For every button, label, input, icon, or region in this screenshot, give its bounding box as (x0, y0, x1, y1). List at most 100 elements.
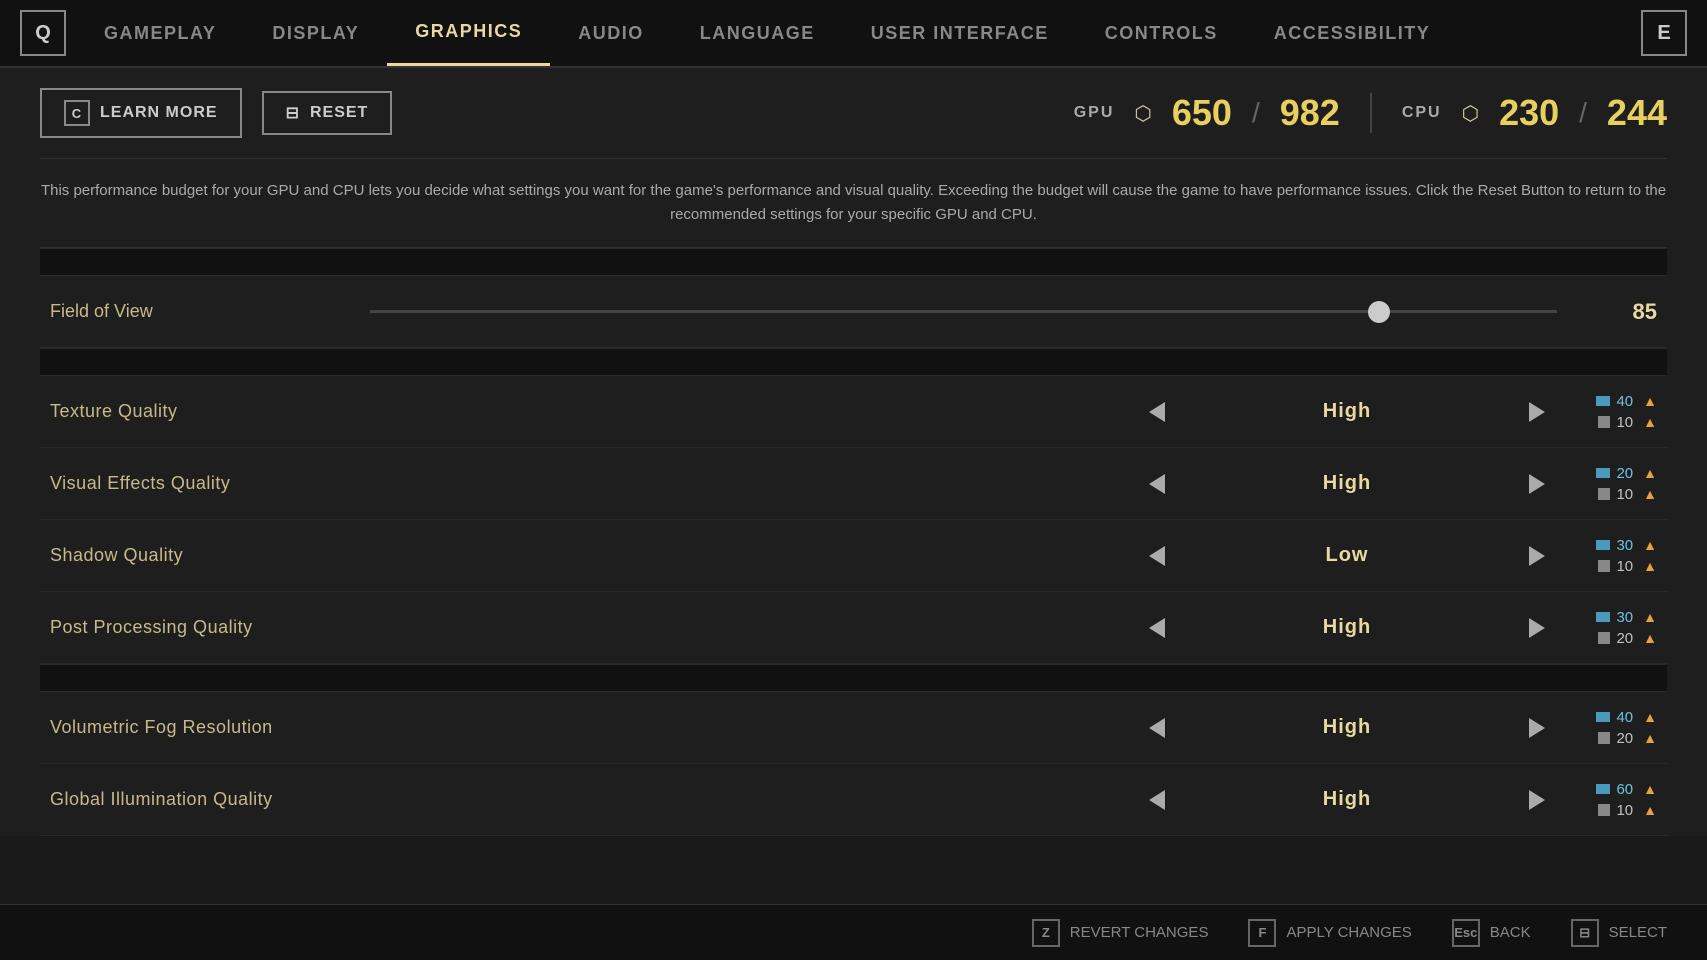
controls-row: C LEARN MORE ⊟ RESET GPU ⬡ 650 / 982 CPU… (40, 68, 1667, 159)
fov-slider-fill (370, 310, 1379, 313)
volumetric-fog-next-button[interactable] (1517, 708, 1557, 748)
ve-cpu-cost-row: 10 ▲ (1598, 486, 1657, 503)
gpu-cost-arrow: ▲ (1643, 781, 1657, 797)
section-divider-top (40, 248, 1667, 276)
apply-changes-action[interactable]: F APPLY CHANGES (1248, 919, 1411, 947)
ve-gpu-cost-row: 20 ▲ (1596, 465, 1657, 482)
volumetric-fog-prev-button[interactable] (1137, 708, 1177, 748)
texture-cpu-cost-row: 10 ▲ (1598, 414, 1657, 431)
pp-cpu-cost-row: 20 ▲ (1598, 630, 1657, 647)
fov-slider-track[interactable] (370, 310, 1557, 313)
settings-container: Field of View 85 Texture Quality High (40, 248, 1667, 836)
pp-cpu-cost: 20 (1616, 630, 1633, 647)
table-row: Volumetric Fog Resolution High 40 ▲ (40, 692, 1667, 764)
revert-changes-action[interactable]: Z REVERT CHANGES (1032, 919, 1209, 947)
tab-graphics[interactable]: GRAPHICS (387, 0, 550, 66)
tab-audio[interactable]: AUDIO (550, 0, 672, 66)
description-text: This performance budget for your GPU and… (40, 159, 1667, 248)
cpu-cost-arrow: ▲ (1643, 802, 1657, 818)
gpu-current: 650 (1172, 92, 1232, 134)
back-key: Esc (1452, 919, 1480, 947)
gpu-cost-arrow: ▲ (1643, 709, 1657, 725)
tab-user-interface[interactable]: USER INTERFACE (843, 0, 1077, 66)
back-label: BACK (1490, 924, 1531, 941)
table-row: Texture Quality High 40 ▲ 10 (40, 376, 1667, 448)
cpu-icon: ⬡ (1462, 101, 1479, 126)
vf-gpu-cost: 40 (1616, 709, 1633, 726)
right-nav-key[interactable]: E (1641, 10, 1687, 56)
gi-cpu-cost: 10 (1616, 802, 1633, 819)
fov-value: 85 (1577, 299, 1657, 325)
texture-quality-value: High (1177, 400, 1517, 423)
sq-gpu-cost: 30 (1616, 537, 1633, 554)
global-illumination-value: High (1177, 788, 1517, 811)
post-processing-prev-button[interactable] (1137, 608, 1177, 648)
select-key: ⊟ (1571, 919, 1599, 947)
gpu-cost-icon (1596, 468, 1610, 478)
gpu-cost-arrow: ▲ (1643, 609, 1657, 625)
right-arrow-icon (1529, 790, 1545, 810)
right-arrow-icon (1529, 546, 1545, 566)
post-processing-label: Post Processing Quality (50, 617, 1137, 638)
learn-more-button[interactable]: C LEARN MORE (40, 88, 242, 138)
sq-cpu-cost-row: 10 ▲ (1598, 558, 1657, 575)
visual-effects-prev-button[interactable] (1137, 464, 1177, 504)
tab-language[interactable]: LANGUAGE (672, 0, 843, 66)
left-arrow-icon (1149, 474, 1165, 494)
global-illumination-next-button[interactable] (1517, 780, 1557, 820)
fov-label: Field of View (50, 301, 350, 322)
left-nav-key[interactable]: Q (20, 10, 66, 56)
tab-display[interactable]: DISPLAY (244, 0, 387, 66)
shadow-quality-prev-button[interactable] (1137, 536, 1177, 576)
tab-accessibility[interactable]: ACCESSIBILITY (1246, 0, 1459, 66)
post-processing-next-button[interactable] (1517, 608, 1557, 648)
right-arrow-icon (1529, 402, 1545, 422)
left-arrow-icon (1149, 790, 1165, 810)
shadow-quality-label: Shadow Quality (50, 545, 1137, 566)
cpu-max: 244 (1607, 92, 1667, 134)
cpu-current: 230 (1499, 92, 1559, 134)
ve-gpu-cost: 20 (1616, 465, 1633, 482)
gpu-cost-icon (1596, 712, 1610, 722)
right-arrow-icon (1529, 718, 1545, 738)
fov-slider-thumb[interactable] (1368, 301, 1390, 323)
texture-quality-cost: 40 ▲ 10 ▲ (1557, 393, 1657, 431)
texture-gpu-cost: 40 (1616, 393, 1633, 410)
gpu-icon: ⬡ (1134, 101, 1151, 126)
global-illumination-control: High (1137, 780, 1557, 820)
section-divider-2 (40, 664, 1667, 692)
revert-label: REVERT CHANGES (1070, 924, 1209, 941)
texture-quality-prev-button[interactable] (1137, 392, 1177, 432)
sq-gpu-cost-row: 30 ▲ (1596, 537, 1657, 554)
post-processing-control: High (1137, 608, 1557, 648)
global-illumination-prev-button[interactable] (1137, 780, 1177, 820)
vf-cpu-cost-row: 20 ▲ (1598, 730, 1657, 747)
reset-label: RESET (310, 104, 368, 122)
texture-quality-next-button[interactable] (1517, 392, 1557, 432)
gpu-cost-arrow: ▲ (1643, 393, 1657, 409)
learn-more-label: LEARN MORE (100, 104, 218, 122)
gpu-cost-icon (1596, 784, 1610, 794)
tab-gameplay[interactable]: GAMEPLAY (76, 0, 244, 66)
visual-effects-label: Visual Effects Quality (50, 473, 1137, 494)
select-action[interactable]: ⊟ SELECT (1571, 919, 1667, 947)
global-illumination-label: Global Illumination Quality (50, 789, 1137, 810)
gi-gpu-cost-row: 60 ▲ (1596, 781, 1657, 798)
shadow-quality-control: Low (1137, 536, 1557, 576)
volumetric-fog-value: High (1177, 716, 1517, 739)
visual-effects-control: High (1137, 464, 1557, 504)
gpu-separator: / (1252, 97, 1260, 129)
left-arrow-icon (1149, 402, 1165, 422)
shadow-quality-next-button[interactable] (1517, 536, 1557, 576)
reset-button[interactable]: ⊟ RESET (262, 91, 393, 135)
cpu-cost-arrow: ▲ (1643, 558, 1657, 574)
cpu-cost-arrow: ▲ (1643, 630, 1657, 646)
volumetric-fog-control: High (1137, 708, 1557, 748)
right-arrow-icon (1529, 618, 1545, 638)
sq-cpu-cost: 10 (1616, 558, 1633, 575)
bottom-bar: Z REVERT CHANGES F APPLY CHANGES Esc BAC… (0, 904, 1707, 960)
right-arrow-icon (1529, 474, 1545, 494)
back-action[interactable]: Esc BACK (1452, 919, 1531, 947)
tab-controls[interactable]: CONTROLS (1077, 0, 1246, 66)
visual-effects-next-button[interactable] (1517, 464, 1557, 504)
